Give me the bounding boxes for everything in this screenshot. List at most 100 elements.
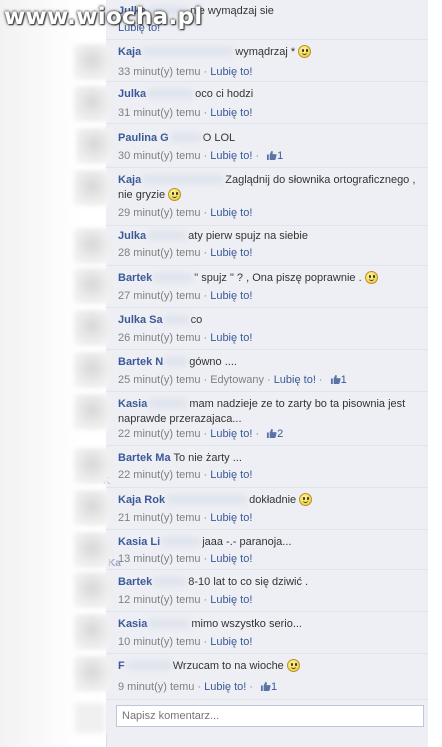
thumbs-up-icon[interactable] bbox=[266, 428, 277, 438]
like-button[interactable]: Lubię to! bbox=[210, 428, 252, 440]
comment-time[interactable]: 27 minut(y) temu bbox=[118, 290, 201, 302]
smiley-icon bbox=[299, 493, 313, 506]
like-button[interactable]: Lubię to! bbox=[210, 290, 252, 302]
like-button[interactable]: Lubię to! bbox=[210, 332, 252, 344]
comment-author[interactable]: Julka bbox=[118, 230, 146, 242]
comment-author[interactable]: Kasia bbox=[118, 618, 147, 630]
avatar[interactable] bbox=[74, 310, 110, 346]
comment-author[interactable]: Bartek Ma bbox=[118, 452, 171, 464]
comment-time[interactable]: 22 minut(y) temu bbox=[118, 469, 201, 481]
comment-author[interactable]: Julka bbox=[118, 88, 146, 100]
comment-time[interactable]: 30 minut(y) temu bbox=[118, 150, 201, 162]
comment-author[interactable]: Kasia Li bbox=[118, 536, 160, 548]
comment-item: Kasia mimo wszystko serio... 10 minut(y) … bbox=[106, 612, 428, 654]
comment-time[interactable]: 9 minut(y) temu bbox=[118, 681, 194, 693]
comment-author[interactable]: Kaja bbox=[118, 174, 141, 186]
comment-author[interactable]: Kasia bbox=[118, 398, 147, 410]
comment-item: Kaja Zaglądnij do słownika ortograficzneg… bbox=[106, 168, 428, 226]
comment-time[interactable]: 33 minut(y) temu bbox=[118, 66, 201, 78]
comment-body: Kaja wymądrzaj * bbox=[118, 45, 418, 60]
like-count[interactable]: 1 bbox=[277, 150, 283, 162]
comment-item: Paulina G O LOL 30 minut(y) temu · Lubię to… bbox=[76, 124, 428, 168]
avatar[interactable] bbox=[74, 532, 110, 568]
comment-body: Bartek " spujz " ? , Ona piszę poprawnie … bbox=[118, 271, 418, 286]
comment-time[interactable]: 10 minut(y) temu bbox=[118, 636, 201, 648]
comment-author[interactable]: Kaja Rok bbox=[118, 494, 165, 506]
comment-meta: 30 minut(y) temu · Lubię to! · 1 bbox=[118, 150, 284, 162]
comment-time[interactable]: 25 minut(y) temu bbox=[118, 374, 201, 386]
comment-item: Julka oco ci hodzi 31 minut(y) temu · Lubię… bbox=[106, 82, 428, 124]
comment-time[interactable]: 12 minut(y) temu bbox=[118, 594, 201, 606]
comment-item: F Wrzucam to na wioche 9 minut(y) temu · Lu… bbox=[106, 654, 428, 700]
comment-body: Julka Sa co bbox=[118, 313, 418, 328]
comment-text: gówno .... bbox=[189, 356, 237, 368]
comment-time[interactable]: 22 minut(y) temu bbox=[118, 428, 201, 440]
like-button[interactable]: Lubię to! bbox=[210, 207, 252, 219]
thumbs-up-icon[interactable] bbox=[260, 681, 271, 691]
avatar[interactable] bbox=[74, 394, 110, 430]
smiley-icon bbox=[364, 271, 378, 284]
comment-author[interactable]: Bartek bbox=[118, 576, 152, 588]
like-button[interactable]: Lubię to! bbox=[210, 636, 252, 648]
edited-label: Edytowany bbox=[210, 374, 265, 386]
avatar[interactable] bbox=[74, 170, 110, 206]
avatar[interactable] bbox=[74, 490, 110, 526]
comment-author[interactable]: Paulina G bbox=[118, 132, 169, 144]
comment-meta: 25 minut(y) temu · Edytowany · Lubię to! · 1 bbox=[118, 374, 347, 386]
like-count[interactable]: 1 bbox=[271, 681, 277, 693]
comment-author[interactable]: Julka Sa bbox=[118, 314, 163, 326]
comment-time[interactable]: 26 minut(y) temu bbox=[118, 332, 201, 344]
comment-text: jaaa -.- paranoja... bbox=[202, 536, 292, 548]
comment-text: " spujz " ? , Ona piszę poprawnie . bbox=[194, 272, 362, 284]
comment-author[interactable]: F bbox=[118, 660, 125, 672]
comment-meta: 22 minut(y) temu · Lubię to! · 2 bbox=[118, 428, 284, 440]
like-button[interactable]: Lubię to! bbox=[274, 374, 316, 386]
avatar[interactable] bbox=[74, 448, 110, 484]
comment-meta: 26 minut(y) temu · Lubię to! bbox=[118, 332, 253, 344]
comment-text: aty pierw spujz na siebie bbox=[188, 230, 308, 242]
comment-text: co bbox=[190, 314, 203, 326]
like-count[interactable]: 1 bbox=[341, 374, 347, 386]
comment-meta: 27 minut(y) temu · Lubię to! bbox=[118, 290, 253, 302]
like-button[interactable]: Lubię to! bbox=[210, 150, 252, 162]
avatar[interactable] bbox=[74, 86, 110, 122]
like-button[interactable]: Lubię to! bbox=[210, 107, 252, 119]
watermark: www.wiocha.pl bbox=[4, 4, 203, 30]
avatar[interactable] bbox=[76, 128, 112, 164]
comment-meta: 21 minut(y) temu · Lubię to! bbox=[118, 512, 253, 524]
like-count[interactable]: 2 bbox=[277, 428, 283, 440]
comment-author[interactable]: Bartek bbox=[118, 272, 152, 284]
comment-author[interactable]: Kaja bbox=[118, 46, 141, 58]
comment-body: Kasia Li jaaa -.- paranoja... bbox=[118, 535, 418, 550]
like-button[interactable]: Lubię to! bbox=[210, 247, 252, 259]
comment-meta: 28 minut(y) temu · Lubię to! bbox=[118, 247, 253, 259]
comment-meta: 10 minut(y) temu · Lubię to! bbox=[118, 636, 253, 648]
comment-item: Julka aty pierw spujz na siebie 28 minut(… bbox=[106, 226, 428, 266]
comment-body: Bartek N gówno .... bbox=[118, 355, 418, 370]
avatar[interactable] bbox=[74, 44, 110, 80]
avatar[interactable] bbox=[74, 268, 110, 304]
like-button[interactable]: Lubię to! bbox=[210, 553, 252, 565]
comment-body: Kaja Zaglądnij do słownika ortograficzneg… bbox=[118, 173, 418, 203]
avatar[interactable] bbox=[74, 352, 110, 388]
avatar[interactable] bbox=[74, 572, 110, 608]
comment-input[interactable] bbox=[116, 705, 424, 727]
smiley-icon bbox=[286, 659, 300, 672]
comment-time[interactable]: 29 minut(y) temu bbox=[118, 207, 201, 219]
avatar[interactable] bbox=[74, 228, 110, 264]
thumbs-up-icon[interactable] bbox=[330, 374, 341, 384]
comment-time[interactable]: 31 minut(y) temu bbox=[118, 107, 201, 119]
avatar[interactable] bbox=[74, 614, 110, 650]
like-button[interactable]: Lubię to! bbox=[210, 512, 252, 524]
like-button[interactable]: Lubię to! bbox=[210, 469, 252, 481]
comment-time[interactable]: 21 minut(y) temu bbox=[118, 512, 201, 524]
like-button[interactable]: Lubię to! bbox=[204, 681, 246, 693]
comment-time[interactable]: 28 minut(y) temu bbox=[118, 247, 201, 259]
comment-author[interactable]: Bartek N bbox=[118, 356, 163, 368]
thumbs-up-icon[interactable] bbox=[266, 150, 277, 160]
avatar[interactable] bbox=[74, 656, 110, 692]
like-button[interactable]: Lubię to! bbox=[210, 594, 252, 606]
like-button[interactable]: Lubię to! bbox=[210, 66, 252, 78]
avatar bbox=[75, 703, 105, 733]
comment-time[interactable]: 13 minut(y) temu bbox=[118, 553, 201, 565]
